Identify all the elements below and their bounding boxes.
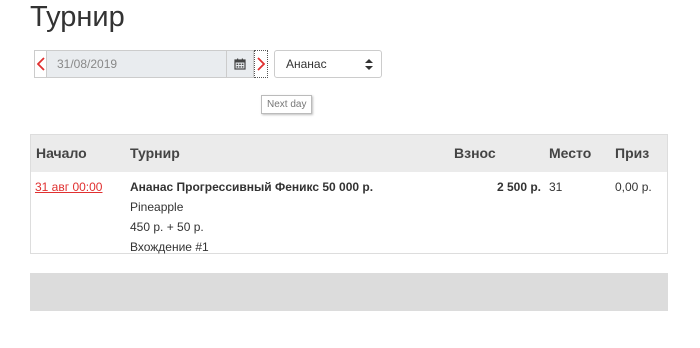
header-start[interactable]: Начало xyxy=(36,135,87,172)
calendar-button[interactable] xyxy=(226,50,254,78)
date-navigator: 31/08/2019 xyxy=(34,50,268,78)
chevron-left-icon xyxy=(36,57,45,71)
header-tournament[interactable]: Турнир xyxy=(130,135,180,172)
sort-caret-icon xyxy=(365,58,373,70)
room-select-value: Ананас xyxy=(286,57,327,71)
date-input[interactable]: 31/08/2019 xyxy=(47,50,226,78)
header-prize[interactable]: Приз xyxy=(615,135,649,172)
tournament-name: Ананас Прогрессивный Феникс 50 000 р. xyxy=(130,180,374,194)
room-select[interactable]: Ананас xyxy=(274,50,382,78)
next-day-button[interactable] xyxy=(254,50,268,78)
chevron-right-icon xyxy=(257,57,265,71)
tournament-buyin: 450 р. + 50 р. xyxy=(130,220,204,234)
footer-bar xyxy=(30,273,668,311)
tournament-room: Pineapple xyxy=(130,200,184,214)
table-header: Начало Турнир Взнос Место Приз xyxy=(31,135,667,172)
page-title: Турнир xyxy=(30,1,125,33)
place-value: 31 xyxy=(549,180,563,194)
tournament-entry: Вхождение #1 xyxy=(130,240,209,254)
fee-value: 2 500 р. xyxy=(496,180,541,194)
prize-value: 0,00 р. xyxy=(615,180,652,194)
results-table: Начало Турнир Взнос Место Приз 31 авг 00… xyxy=(30,134,668,254)
prev-day-button[interactable] xyxy=(34,50,47,78)
start-time-link[interactable]: 31 авг 00:00 xyxy=(35,180,102,194)
header-fee[interactable]: Взнос xyxy=(454,135,496,172)
calendar-icon xyxy=(234,58,246,70)
header-place[interactable]: Место xyxy=(549,135,591,172)
next-day-tooltip: Next day xyxy=(261,95,313,114)
